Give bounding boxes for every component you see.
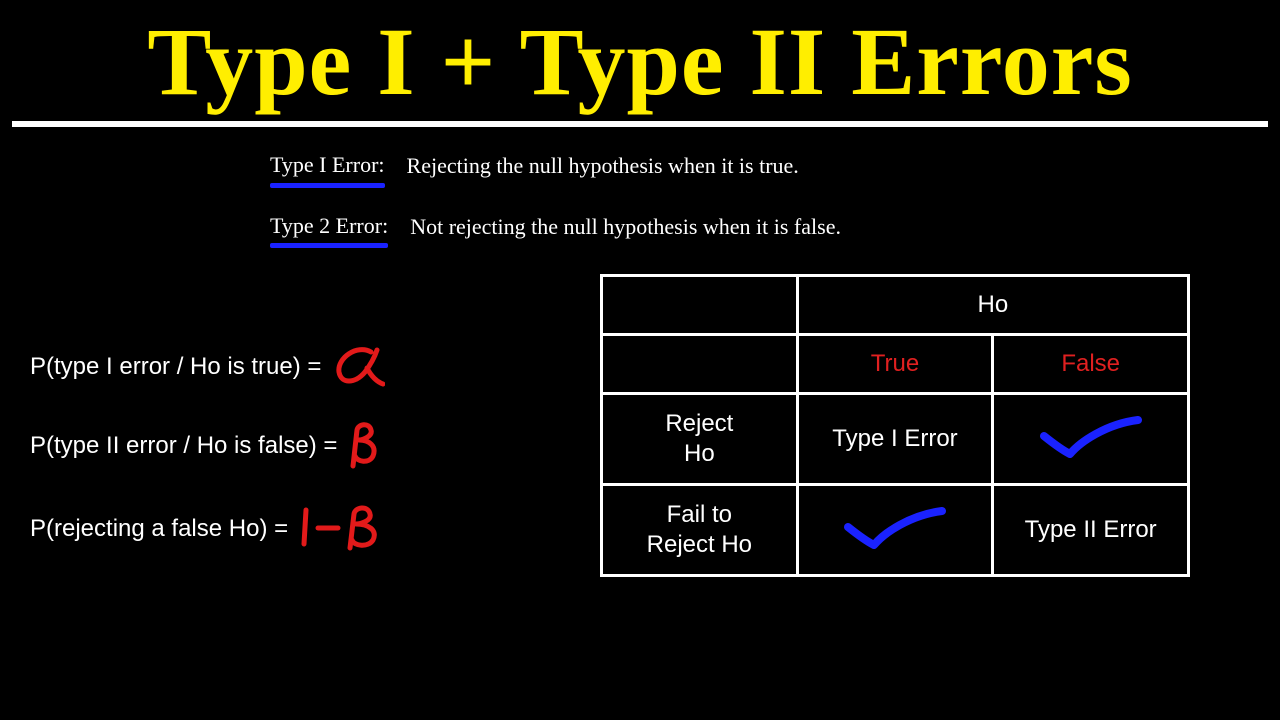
definition-text-type1: Rejecting the null hypothesis when it is… [407,151,799,181]
prob-text-power: P(rejecting a false Ho) = [30,515,288,543]
definition-text-type2: Not rejecting the null hypothesis when i… [410,212,841,242]
definition-row-type1: Type I Error: Rejecting the null hypothe… [270,151,1280,186]
cell-type2-error: Type II Error [993,485,1189,576]
definitions-block: Type I Error: Rejecting the null hypothe… [270,151,1280,246]
table-subcorner-empty [602,335,798,394]
prob-text-alpha: P(type I error / Ho is true) = [30,353,321,381]
row-reject-line1: Reject [665,410,733,437]
table-corner-empty [602,276,798,335]
check-icon [1036,414,1146,458]
definition-label-type2: Type 2 Error: [270,212,388,247]
table-col-true: True [797,335,993,394]
beta-symbol-icon [347,422,381,470]
table-header-ho: Ho [797,276,1188,335]
one-minus-beta-symbol-icon [298,504,388,554]
prob-row-beta: P(type II error / Ho is false) = [30,422,570,470]
row-fail-line2: Reject Ho [647,531,752,558]
title-divider [12,121,1268,127]
definition-label-type1: Type I Error: [270,151,385,186]
definition-row-type2: Type 2 Error: Not rejecting the null hyp… [270,212,1280,247]
error-table: Ho True False Reject Ho Type I Error [600,274,1190,577]
alpha-symbol-icon [331,346,385,388]
cell-fail-true-correct [797,485,993,576]
table-row-fail: Fail to Reject Ho [602,485,798,576]
table-row-reject: Reject Ho [602,394,798,485]
check-icon [840,505,950,549]
page-title: Type I + Type II Errors [0,0,1280,117]
cell-type1-error: Type I Error [797,394,993,485]
row-fail-line1: Fail to [667,501,732,528]
prob-text-beta: P(type II error / Ho is false) = [30,432,337,460]
prob-row-power: P(rejecting a false Ho) = [30,504,570,554]
cell-reject-false-correct [993,394,1189,485]
table-col-false: False [993,335,1189,394]
probability-equations: P(type I error / Ho is true) = P(type II… [30,346,570,588]
row-reject-line2: Ho [684,440,715,467]
prob-row-alpha: P(type I error / Ho is true) = [30,346,570,388]
